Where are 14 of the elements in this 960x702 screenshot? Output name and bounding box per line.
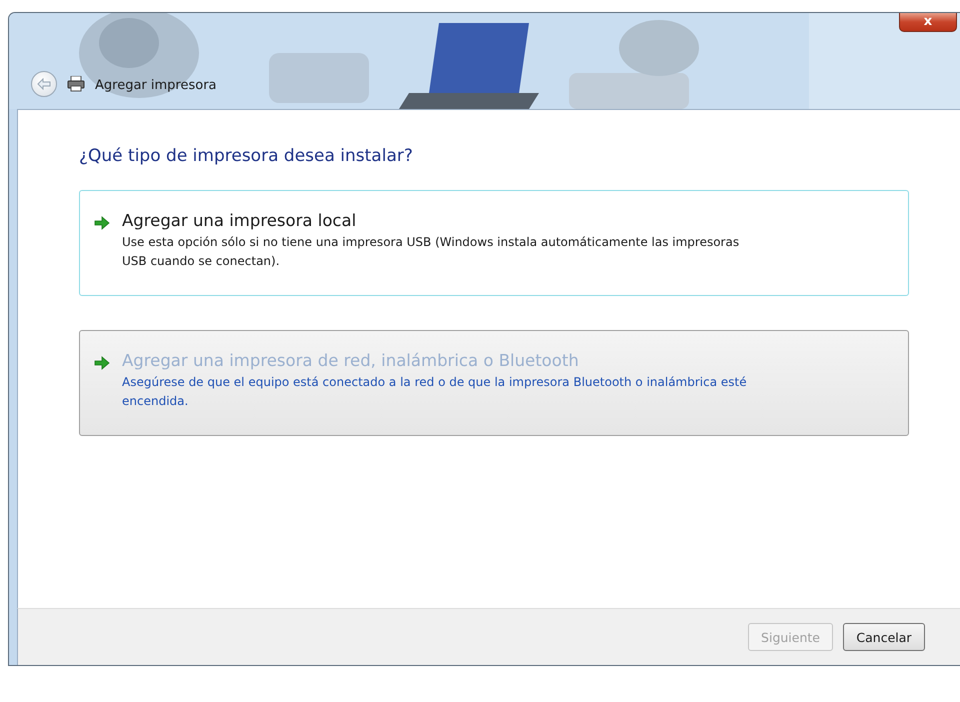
- close-button[interactable]: x: [899, 13, 957, 32]
- option-link[interactable]: Agregar una impresora local Use esta opción sólo si no tiene una impresora USB (Windows instala automáticamente las impresoras USB cuando se conectan).: [79, 190, 909, 296]
- arrow-icon: [94, 356, 110, 370]
- option-description: Asegúrese de que el equipo está conectado a la red o de que la impresora Bluetooth o inalámbrica esté encendida.: [122, 374, 748, 410]
- option-title: Agregar una impresora de red, inalámbrica o Bluetooth: [122, 351, 580, 370]
- cancel-button[interactable]: Cancelar: [843, 623, 925, 651]
- option-link[interactable]: Agregar una impresora de red, inalámbrica o Bluetooth Asegúrese de que el equipo está conectado a la red o de que la impresora Bluetooth o inalámbrica esté encendida.: [79, 330, 909, 436]
- option-description: Use esta opción sólo si no tiene una impresora USB (Windows instala automáticamente las impresoras USB cuando se conectan).: [122, 234, 740, 270]
- arrow-icon: [94, 216, 110, 230]
- window-title: Agregar impresora: [95, 78, 217, 93]
- printer-icon: [67, 76, 85, 92]
- option-title: Agregar una impresora local: [122, 211, 358, 230]
- page-heading: ¿Qué tipo de impresora desea instalar?: [79, 146, 414, 166]
- back-arrow-icon: [37, 78, 51, 90]
